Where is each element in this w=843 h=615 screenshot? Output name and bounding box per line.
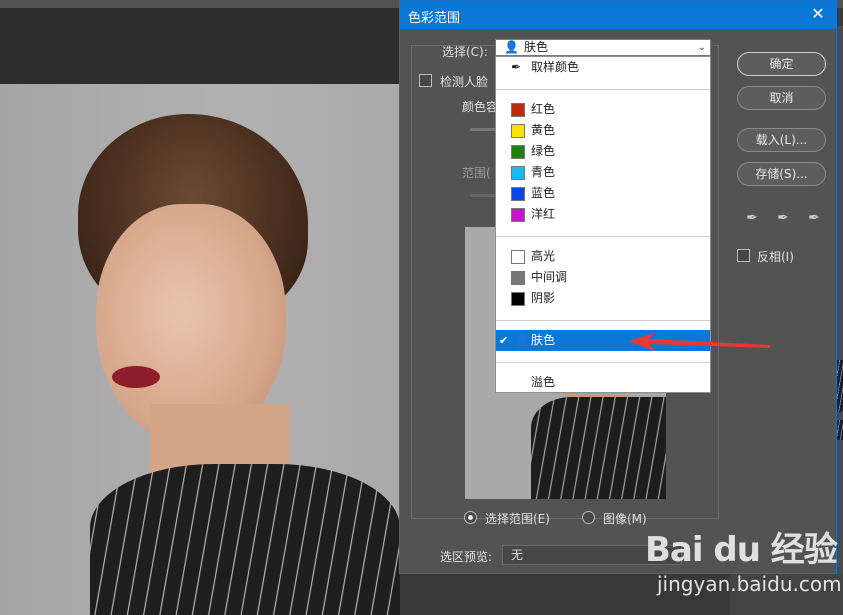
swatch-midtones — [511, 271, 525, 285]
preview-jacket — [531, 397, 666, 499]
select-dropdown[interactable]: 👤 肤色 ⌄ — [495, 39, 711, 56]
dropdown-item-blues[interactable]: 蓝色 — [496, 183, 710, 204]
dropdown-item-cyans[interactable]: 青色 — [496, 162, 710, 183]
invert-label: 反相(I) — [757, 250, 794, 264]
swatch-red — [511, 103, 525, 117]
eyedropper-add-icon[interactable]: ✒ — [774, 209, 792, 227]
swatch-magenta — [511, 208, 525, 222]
layer-thumbnail[interactable] — [836, 420, 843, 440]
invert-checkbox[interactable] — [737, 249, 750, 262]
dropdown-divider — [496, 89, 710, 90]
person-icon: 👤 — [504, 40, 519, 54]
dropdown-item-greens[interactable]: 绿色 — [496, 141, 710, 162]
dropdown-item-out-of-gamut[interactable]: 溢色 — [496, 372, 710, 393]
arrow-shape — [628, 333, 770, 351]
dropdown-item-midtones[interactable]: 中间调 — [496, 267, 710, 288]
save-button[interactable]: 存储(S)... — [737, 162, 826, 186]
dropdown-item-sampled-colors[interactable]: ✒ 取样颜色 — [496, 57, 710, 78]
eyedropper-icon[interactable]: ✒ — [743, 209, 761, 227]
baidu-watermark: Bai du 经验 jingyan.baidu.com — [645, 522, 843, 615]
ok-button[interactable]: 确定 — [737, 52, 826, 76]
photo-lips — [112, 366, 160, 388]
eyedropper-icon: ✒ — [511, 60, 522, 74]
color-range-dialog: 色彩范围 ✕ 选择(C): 👤 肤色 ⌄ 检测人脸 颜色容 范围( 选择范围(E… — [399, 0, 837, 574]
chevron-down-icon: ⌄ — [697, 42, 706, 53]
close-button[interactable]: ✕ — [808, 4, 828, 24]
swatch-blue — [511, 187, 525, 201]
options-bar-area — [0, 8, 400, 84]
radio-image[interactable] — [582, 511, 595, 524]
dropdown-item-yellows[interactable]: 黄色 — [496, 120, 710, 141]
fuzziness-label: 颜色容 — [462, 100, 499, 114]
photo-jacket — [90, 464, 400, 615]
radio-selection-label: 选择范围(E) — [485, 512, 550, 526]
layer-thumbnail[interactable] — [836, 360, 843, 412]
dialog-titlebar[interactable]: 色彩范围 ✕ — [400, 1, 836, 29]
document-canvas[interactable] — [0, 84, 400, 615]
select-label: 选择(C): — [442, 45, 488, 59]
swatch-shadows — [511, 292, 525, 306]
radio-selection[interactable] — [464, 511, 477, 524]
cancel-button[interactable]: 取消 — [737, 86, 826, 110]
watermark-logo: Bai du 经验 — [645, 530, 838, 570]
dropdown-item-magentas[interactable]: 洋红 — [496, 204, 710, 225]
dropdown-item-highlights[interactable]: 高光 — [496, 246, 710, 267]
watermark-url: jingyan.baidu.com — [657, 572, 842, 596]
preview-mode-value: 无 — [511, 548, 524, 562]
swatch-green — [511, 145, 525, 159]
dialog-title: 色彩范围 — [408, 11, 461, 26]
checkmark-icon: ✔ — [499, 334, 509, 347]
swatch-highlights — [511, 250, 525, 264]
dropdown-divider — [496, 362, 710, 363]
dropdown-divider — [496, 320, 710, 321]
select-value: 肤色 — [524, 40, 549, 54]
dropdown-divider — [496, 236, 710, 237]
annotation-arrow — [628, 333, 770, 351]
radio-image-label: 图像(M) — [603, 512, 647, 526]
range-label: 范围( — [462, 166, 491, 180]
dropdown-item-reds[interactable]: 红色 — [496, 99, 710, 120]
person-icon: 👤 — [515, 333, 530, 347]
dropdown-item-shadows[interactable]: 阴影 — [496, 288, 710, 309]
detect-faces-checkbox[interactable] — [419, 74, 432, 87]
load-button[interactable]: 载入(L)... — [737, 128, 826, 152]
swatch-cyan — [511, 166, 525, 180]
swatch-yellow — [511, 124, 525, 138]
eyedropper-subtract-icon[interactable]: ✒ — [805, 209, 823, 227]
detect-faces-label: 检测人脸 — [440, 75, 489, 89]
preview-mode-label: 选区预览: — [440, 550, 493, 564]
